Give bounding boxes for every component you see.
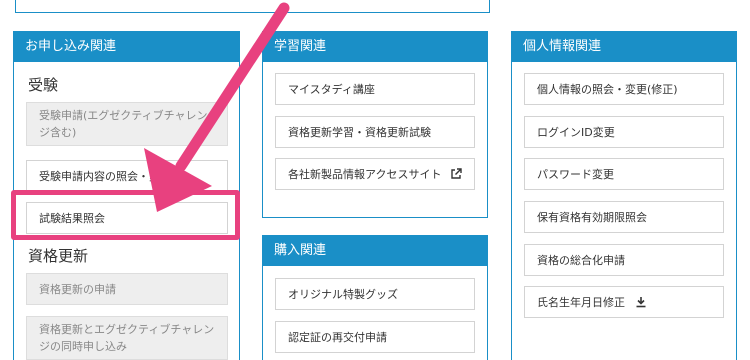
study-panel-header: 学習関連 — [263, 32, 487, 62]
my-study-course-button[interactable]: マイスタディ講座 — [275, 73, 475, 105]
previous-panel-border — [15, 0, 490, 13]
personal-info-inquiry-button[interactable]: 個人情報の照会・変更(修正) — [524, 73, 724, 105]
new-product-info-site-label: 各社新製品情報アクセスサイト — [288, 168, 442, 181]
download-icon — [636, 297, 646, 308]
qualification-expiry-inquiry-button[interactable]: 保有資格有効期限照会 — [524, 201, 724, 233]
login-id-change-button[interactable]: ログインID変更 — [524, 116, 724, 148]
highlight-box — [11, 190, 240, 240]
personal-info-panel-header: 個人情報関連 — [512, 32, 736, 62]
exam-section-title: 受験 — [28, 76, 59, 94]
certificate-reissue-button[interactable]: 認定証の再交付申請 — [275, 321, 475, 353]
purchase-panel: 購入関連 オリジナル特製グッズ 認定証の再交付申請 — [262, 235, 488, 360]
application-panel-header: お申し込み関連 — [14, 32, 239, 62]
purchase-panel-header: 購入関連 — [263, 236, 487, 266]
renewal-application-button[interactable]: 資格更新の申請 — [26, 273, 228, 305]
qualification-integration-button[interactable]: 資格の総合化申請 — [524, 244, 724, 276]
new-product-info-site-button[interactable]: 各社新製品情報アクセスサイト — [275, 158, 475, 190]
personal-info-panel: 個人情報関連 個人情報の照会・変更(修正) ログインID変更 パスワード変更 保… — [511, 31, 737, 360]
external-link-icon — [451, 168, 462, 179]
name-birthdate-correction-button[interactable]: 氏名生年月日修正 — [524, 286, 724, 318]
original-goods-button[interactable]: オリジナル特製グッズ — [275, 278, 475, 310]
study-panel: 学習関連 マイスタディ講座 資格更新学習・資格更新試験 各社新製品情報アクセスサ… — [262, 31, 488, 218]
renewal-study-exam-button[interactable]: 資格更新学習・資格更新試験 — [275, 116, 475, 148]
exam-application-button[interactable]: 受験申請(エグゼクティブチャレンジ含む) — [26, 102, 228, 146]
renewal-section-title: 資格更新 — [28, 247, 89, 265]
name-birthdate-correction-label: 氏名生年月日修正 — [537, 296, 625, 309]
exam-application-inquiry-button[interactable]: 受験申請内容の照会・変更 — [26, 160, 228, 192]
password-change-button[interactable]: パスワード変更 — [524, 158, 724, 190]
renewal-challenge-button[interactable]: 資格更新とエグゼクティブチャレンジの同時申し込み — [26, 316, 228, 360]
